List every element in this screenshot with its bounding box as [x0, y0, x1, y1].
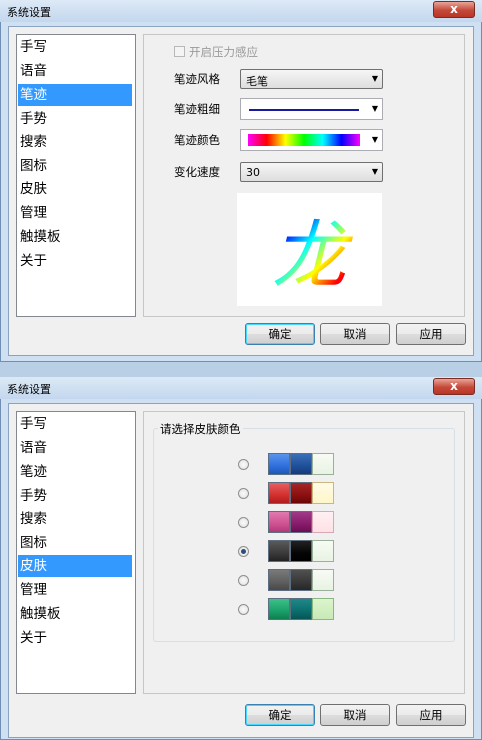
- swatch-secondary: [290, 511, 312, 533]
- skin-radio-green[interactable]: [238, 604, 249, 615]
- stroke-settings-panel: 开启压力感应 笔迹风格 毛笔 ▼ 笔迹粗细 ▼ 笔迹颜色 ▼ 变化速度 30 ▼: [143, 34, 465, 317]
- settings-window-skin: 系统设置 x 手写 语音 笔迹 手势 搜索 图标 皮肤 管理 触摸板 关于 请选…: [0, 377, 482, 740]
- sidebar-item-gesture[interactable]: 手势: [18, 485, 132, 507]
- swatch-tertiary: [312, 598, 334, 620]
- cancel-button[interactable]: 取消: [320, 323, 390, 345]
- sidebar-item-stroke[interactable]: 笔迹: [18, 84, 132, 106]
- chevron-down-icon: ▼: [371, 74, 378, 83]
- swatch-primary: [268, 569, 290, 591]
- sidebar-item-touchpad[interactable]: 触摸板: [18, 226, 132, 248]
- skin-radio-gray[interactable]: [238, 575, 249, 586]
- skin-swatch-green[interactable]: [268, 598, 334, 620]
- title-bar[interactable]: 系统设置 x: [0, 0, 482, 22]
- swatch-tertiary: [312, 511, 334, 533]
- ok-button[interactable]: 确定: [245, 323, 315, 345]
- pressure-checkbox[interactable]: 开启压力感应: [174, 44, 294, 60]
- skin-radio-red[interactable]: [238, 488, 249, 499]
- sidebar-item-handwriting[interactable]: 手写: [18, 36, 132, 58]
- pressure-checkbox-box[interactable]: [174, 46, 185, 57]
- sidebar-item-voice[interactable]: 语音: [18, 437, 132, 459]
- stroke-color-label: 笔迹颜色: [174, 133, 220, 147]
- swatch-secondary: [290, 569, 312, 591]
- sidebar-item-voice[interactable]: 语音: [18, 60, 132, 82]
- skin-group-title: 请选择皮肤颜色: [158, 421, 243, 437]
- sidebar-item-search[interactable]: 搜索: [18, 131, 132, 153]
- skin-radio-blue[interactable]: [238, 459, 249, 470]
- swatch-tertiary: [312, 482, 334, 504]
- swatch-tertiary: [312, 540, 334, 562]
- window-title: 系统设置: [7, 383, 51, 396]
- sidebar-item-gesture[interactable]: 手势: [18, 108, 132, 130]
- skin-radio-black[interactable]: [238, 546, 249, 557]
- swatch-secondary: [290, 598, 312, 620]
- title-bar[interactable]: 系统设置 x: [0, 377, 482, 399]
- swatch-primary: [268, 453, 290, 475]
- swatch-secondary: [290, 482, 312, 504]
- sidebar-item-handwriting[interactable]: 手写: [18, 413, 132, 435]
- stroke-style-select[interactable]: 毛笔 ▼: [240, 69, 383, 89]
- speed-label: 变化速度: [174, 165, 220, 179]
- chevron-down-icon: ▼: [371, 104, 378, 113]
- swatch-secondary: [290, 453, 312, 475]
- stroke-style-value: 毛笔: [246, 75, 268, 88]
- stroke-color-select[interactable]: ▼: [240, 129, 383, 151]
- sidebar-item-skin[interactable]: 皮肤: [18, 178, 132, 200]
- skin-radio-pink[interactable]: [238, 517, 249, 528]
- settings-window-stroke: 系统设置 x 手写 语音 笔迹 手势 搜索 图标 皮肤 管理 触摸板 关于 开启…: [0, 0, 482, 362]
- speed-value: 30: [246, 166, 260, 179]
- chevron-down-icon: ▼: [371, 135, 378, 144]
- ok-button[interactable]: 确定: [245, 704, 315, 726]
- preview-glyph: 龙: [272, 213, 353, 299]
- dialog-client: 手写 语音 笔迹 手势 搜索 图标 皮肤 管理 触摸板 关于 请选择皮肤颜色 确…: [8, 403, 474, 738]
- sidebar-item-icon[interactable]: 图标: [18, 155, 132, 177]
- sidebar-item-icon[interactable]: 图标: [18, 532, 132, 554]
- swatch-tertiary: [312, 569, 334, 591]
- dialog-client: 手写 语音 笔迹 手势 搜索 图标 皮肤 管理 触摸板 关于 开启压力感应 笔迹…: [8, 26, 474, 356]
- sidebar-item-about[interactable]: 关于: [18, 627, 132, 649]
- stroke-width-preview: [249, 109, 359, 111]
- skin-swatch-gray[interactable]: [268, 569, 334, 591]
- sidebar-item-search[interactable]: 搜索: [18, 508, 132, 530]
- swatch-primary: [268, 511, 290, 533]
- sidebar-item-about[interactable]: 关于: [18, 250, 132, 272]
- speed-select[interactable]: 30 ▼: [240, 162, 383, 182]
- close-icon: x: [450, 2, 458, 16]
- stroke-style-label: 笔迹风格: [174, 72, 220, 86]
- stroke-width-label: 笔迹粗细: [174, 102, 220, 116]
- pressure-checkbox-label: 开启压力感应: [189, 45, 258, 59]
- apply-button[interactable]: 应用: [396, 323, 466, 345]
- swatch-primary: [268, 598, 290, 620]
- skin-swatch-pink[interactable]: [268, 511, 334, 533]
- close-icon: x: [450, 379, 458, 393]
- sidebar-item-manage[interactable]: 管理: [18, 579, 132, 601]
- skin-swatch-black[interactable]: [268, 540, 334, 562]
- stroke-preview-canvas: 龙: [237, 193, 382, 306]
- sidebar-item-touchpad[interactable]: 触摸板: [18, 603, 132, 625]
- skin-swatch-blue[interactable]: [268, 453, 334, 475]
- rainbow-gradient-preview: [248, 134, 360, 146]
- stroke-width-select[interactable]: ▼: [240, 98, 383, 120]
- swatch-tertiary: [312, 453, 334, 475]
- swatch-secondary: [290, 540, 312, 562]
- window-title: 系统设置: [7, 6, 51, 19]
- sidebar-item-skin[interactable]: 皮肤: [18, 555, 132, 577]
- sidebar-item-manage[interactable]: 管理: [18, 202, 132, 224]
- swatch-primary: [268, 482, 290, 504]
- swatch-primary: [268, 540, 290, 562]
- cancel-button[interactable]: 取消: [320, 704, 390, 726]
- apply-button[interactable]: 应用: [396, 704, 466, 726]
- skin-swatch-red[interactable]: [268, 482, 334, 504]
- sidebar-item-stroke[interactable]: 笔迹: [18, 461, 132, 483]
- close-button[interactable]: x: [433, 1, 475, 18]
- category-list[interactable]: 手写 语音 笔迹 手势 搜索 图标 皮肤 管理 触摸板 关于: [16, 411, 136, 694]
- category-list[interactable]: 手写 语音 笔迹 手势 搜索 图标 皮肤 管理 触摸板 关于: [16, 34, 136, 317]
- skin-settings-panel: 请选择皮肤颜色: [143, 411, 465, 694]
- close-button[interactable]: x: [433, 378, 475, 395]
- chevron-down-icon: ▼: [371, 167, 378, 176]
